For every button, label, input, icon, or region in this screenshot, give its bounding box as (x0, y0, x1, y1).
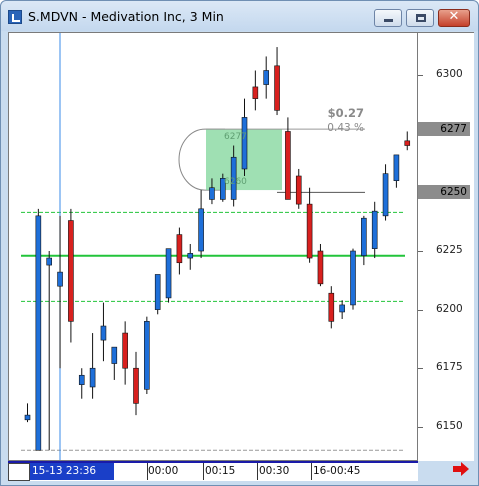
candle-body (100, 325, 107, 341)
time-label-1600-45: 16-00:45 (313, 465, 361, 477)
price-marker-box: 6277 (418, 122, 470, 137)
candle-body (241, 117, 248, 170)
candle-body (35, 215, 42, 451)
candle-body (263, 70, 269, 85)
price-tick-label: 6300 (436, 68, 463, 81)
candle-body (111, 346, 118, 364)
candle-body (306, 203, 313, 259)
candle-body (46, 257, 53, 266)
candle-body (285, 131, 291, 200)
candle-body (198, 208, 204, 252)
title-bar[interactable]: S.MDVN - Medivation Inc, 3 Min ✕ (1, 1, 478, 31)
maximize-icon (416, 14, 426, 22)
time-axis[interactable]: 15-13 23:36 00:00 00:15 00:30 16-00:45 (8, 461, 418, 481)
candle-body (350, 250, 356, 306)
price-tick-mark (418, 75, 423, 77)
price-marker-box: 6250 (418, 185, 470, 200)
scroll-right-arrow-icon[interactable] (452, 462, 470, 476)
candle-body (295, 175, 302, 205)
candle-body (176, 234, 183, 264)
candlestick-chart[interactable]: $0.27 0.43 % 6277 6260 (9, 33, 418, 461)
chart-window: S.MDVN - Medivation Inc, 3 Min ✕ $0.27 0.… (0, 0, 479, 486)
candle-body (393, 154, 400, 181)
price-axis[interactable]: 6150 6175 6200 6225 6250 6277 6300 (418, 32, 474, 461)
maximize-button[interactable] (406, 9, 434, 27)
candle-body (165, 248, 172, 299)
candle-body (371, 210, 378, 249)
candle-body (252, 86, 259, 99)
price-tick-mark (418, 368, 423, 370)
candle-body (361, 217, 367, 257)
candle-body (24, 414, 31, 421)
time-label-0000: 00:00 (148, 465, 179, 477)
candle-body (328, 292, 335, 322)
minimize-icon (384, 19, 393, 22)
price-tick-label: 6225 (436, 244, 463, 257)
candle-body (68, 220, 74, 322)
time-cursor-label: 15-13 23:36 (30, 463, 114, 480)
minimize-button[interactable] (374, 9, 402, 27)
change-percent-label: 0.43 % (327, 122, 364, 134)
time-separator (203, 463, 204, 480)
price-tick-label: 6200 (436, 302, 463, 315)
time-label-0015: 00:15 (205, 465, 236, 477)
price-tick-mark (418, 251, 423, 253)
time-separator (311, 463, 312, 480)
close-icon: ✕ (448, 9, 460, 24)
time-label-0030: 00:30 (259, 465, 290, 477)
time-separator (257, 463, 258, 480)
price-tick-mark (418, 309, 423, 311)
candle-body (133, 367, 139, 404)
candle-body (274, 65, 280, 111)
axis-corner-box (8, 463, 30, 481)
price-tick-label: 6175 (436, 361, 463, 374)
price-chart[interactable]: $0.27 0.43 % 6277 6260 (8, 32, 418, 461)
zone-top-label: 6277 (224, 132, 247, 142)
candle-body (122, 332, 128, 369)
chart-app-icon (8, 10, 22, 24)
window-title: S.MDVN - Medivation Inc, 3 Min (28, 9, 224, 24)
zone-bottom-label: 6260 (224, 177, 247, 187)
candle-body (89, 367, 96, 388)
candle-body (339, 304, 345, 313)
price-tick-mark (418, 426, 423, 428)
candle-body (209, 187, 215, 200)
candle-body (144, 321, 150, 390)
price-tick-label: 6150 (436, 419, 463, 432)
candle-body (404, 140, 411, 146)
candle-body (78, 374, 85, 385)
candle-body (382, 173, 389, 217)
candle-body (187, 253, 194, 259)
close-button[interactable]: ✕ (438, 9, 470, 27)
candle-body (154, 274, 161, 310)
candle-body (317, 250, 324, 285)
candle-body (57, 271, 63, 287)
change-amount-label: $0.27 (328, 106, 364, 120)
